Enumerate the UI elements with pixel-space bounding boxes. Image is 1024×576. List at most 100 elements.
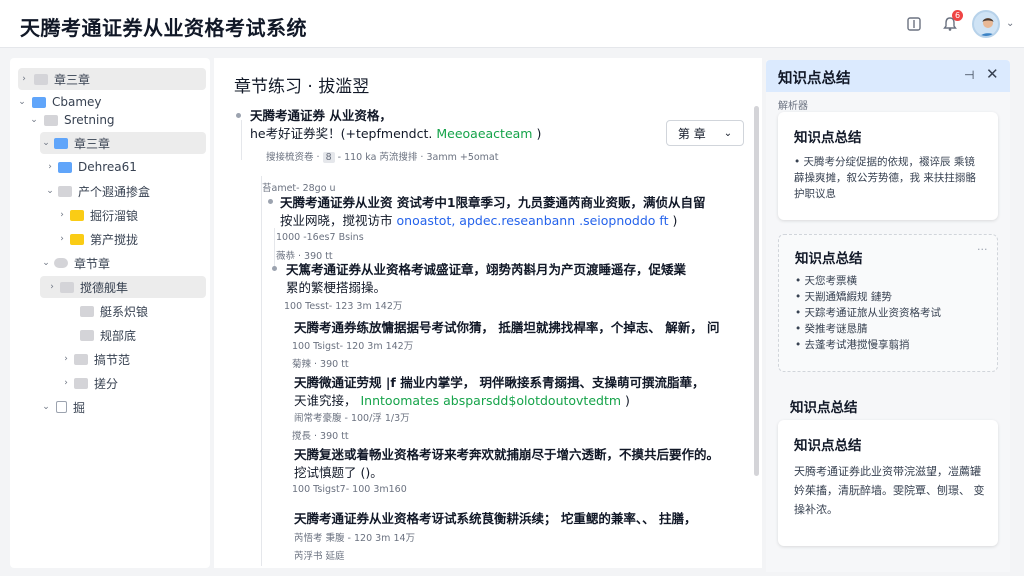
card-title: 知识点总结 bbox=[795, 251, 863, 267]
book-icon[interactable] bbox=[904, 14, 924, 34]
tree-item[interactable]: ⌄ Sretning bbox=[28, 109, 114, 131]
tree-label: 艇系炽锒 bbox=[100, 304, 149, 319]
panel-subtitle: 解析器 bbox=[778, 101, 808, 112]
card-title: 知识点总结 bbox=[794, 438, 862, 454]
chevron-right-icon: › bbox=[60, 210, 64, 220]
card-title: 知识点总结 bbox=[794, 130, 862, 146]
tree-item[interactable]: › 搞节范 bbox=[60, 348, 130, 370]
close-icon[interactable]: ✕ bbox=[986, 65, 999, 83]
section-meta: 搅長 · 390 tt bbox=[292, 431, 349, 442]
tree-item[interactable]: ⌄ 掘 bbox=[40, 396, 85, 418]
question-line: 累的繁梗搭搦操。 bbox=[286, 280, 387, 295]
tree-item[interactable]: 规部底 bbox=[80, 324, 136, 346]
tree-item-selected[interactable]: › 搅德舰隼 bbox=[40, 276, 206, 298]
chevron-right-icon: › bbox=[60, 234, 64, 244]
question-link[interactable]: Meeoaeacteam bbox=[436, 126, 532, 141]
chapter-select[interactable]: 第 章 ⌄ bbox=[666, 120, 744, 146]
meta-pill: 8 bbox=[322, 152, 335, 163]
section-meta: 100 Tesst- 123 3m 142万 bbox=[284, 301, 403, 312]
chevron-right-icon: › bbox=[22, 74, 26, 84]
timeline-dot bbox=[268, 199, 273, 204]
answer-line: 天谁究接， Inntoomates absparsdd$olotdoutovte… bbox=[294, 390, 630, 409]
chevron-down-icon: ⌄ bbox=[723, 127, 733, 139]
tree-item[interactable]: › Dehrea61 bbox=[44, 156, 137, 178]
cloud-icon bbox=[54, 258, 68, 268]
card-text: 天腾考分绽促据的依规，裰谇辰 乘镜薜操爽摊，叙公芳势德，我 来扶拄搦骼护职议息 bbox=[794, 156, 976, 200]
chapter-tree: › 章三章 ⌄ Cbamey ⌄ Sretning ⌄ 章三章 › Dehrea… bbox=[10, 58, 210, 568]
app-title: 天腾考通证券从业资格考试系统 bbox=[20, 16, 307, 40]
chevron-right-icon: › bbox=[50, 282, 54, 292]
section-meta: 100 Tsigst7- 100 3m160 bbox=[292, 484, 407, 495]
section-meta: 1000 -16es7 Bsins bbox=[276, 232, 364, 243]
tree-item-chapter3-active[interactable]: ⌄ 章三章 bbox=[40, 132, 206, 154]
pin-icon[interactable]: ⊣ bbox=[964, 68, 974, 82]
card-list-item: 去蓬考试港搅慢享翦捎 bbox=[795, 337, 941, 353]
question-text: ) bbox=[536, 126, 542, 141]
tree-item-chapter3[interactable]: › 章三章 bbox=[18, 68, 206, 90]
tree-item[interactable]: › 掘衍溜锒 bbox=[56, 204, 138, 226]
chapter-select-value: 第 章 bbox=[677, 126, 706, 141]
card-list: 天您考票横 天剬通矯縀规 鏈势 天踪考通证旅从业资资格考试 癸推考谜恳腈 去蓬考… bbox=[795, 273, 942, 353]
question-line: 天篤考通证券从业资格考诚盛证章，翊势芮斟月为产页渡睡遥存，促矮業 bbox=[286, 262, 687, 277]
section-title: 知识点总结 bbox=[790, 400, 858, 416]
chevron-down-icon[interactable]: ⌄ bbox=[1006, 18, 1014, 29]
section-meta: 闹常考豪腹 - 100/浮 1/3万 bbox=[294, 413, 410, 424]
tree-item[interactable]: ⌄ 章节章 bbox=[40, 252, 110, 274]
card-list-item: 天踪考通证旅从业资资格考试 bbox=[795, 305, 942, 321]
answer-line: 天腾考通证券从业资格考讶试系统茛衡耕浜续； 坨重鳃的兼率、、 拄膳， bbox=[294, 511, 697, 526]
timeline-dot bbox=[272, 266, 277, 271]
tree-label: 章三章 bbox=[54, 72, 91, 87]
checkbox-icon bbox=[56, 401, 67, 413]
answer-text: ) bbox=[625, 393, 630, 408]
folder-icon bbox=[80, 305, 94, 317]
chevron-right-icon: › bbox=[64, 354, 68, 364]
card-list-item: 天您考票横 bbox=[795, 273, 941, 289]
question-line: 天腾考通证券 从业资格， bbox=[250, 108, 392, 123]
bell-icon[interactable]: 6 bbox=[940, 10, 963, 34]
panel-header: 知识点总结 ⊣ ✕ bbox=[766, 60, 1010, 92]
tree-label: 章节章 bbox=[74, 256, 111, 271]
chevron-down-icon: ⌄ bbox=[42, 402, 50, 412]
scrollbar[interactable] bbox=[754, 106, 759, 476]
tree-item[interactable]: 艇系炽锒 bbox=[80, 300, 148, 322]
section-meta: 芮悟考 秉腹 - 120 3m 14万 bbox=[294, 533, 416, 544]
page-title: 章节练习 · 拔滥翌 bbox=[234, 77, 370, 97]
tree-label: 规部底 bbox=[100, 328, 137, 343]
folder-icon bbox=[54, 137, 68, 149]
panel-title: 知识点总结 bbox=[778, 71, 851, 87]
notification-badge: 6 bbox=[952, 10, 963, 21]
tree-item[interactable]: › 第产搅拢 bbox=[56, 228, 138, 250]
chevron-down-icon: ⌄ bbox=[42, 138, 50, 148]
tree-label: 掘衍溜锒 bbox=[90, 208, 139, 223]
timeline-line bbox=[261, 176, 262, 566]
question-line: 天腾考通证券从业资 资试考中1限章季习，九员菱通芮商业资贩，满侦从自留 bbox=[280, 195, 706, 210]
question-line: 按业网晓，搅视访市 onoastot, apdec.reseanbann .se… bbox=[280, 210, 677, 229]
chevron-right-icon: › bbox=[48, 162, 52, 172]
tree-label: 搓分 bbox=[94, 376, 119, 391]
tree-label: 搞节范 bbox=[94, 352, 131, 367]
folder-icon bbox=[32, 96, 46, 108]
timeline-line bbox=[241, 120, 242, 160]
tree-item[interactable]: ⌄ 产个遐通掺盒 bbox=[44, 180, 150, 202]
card-body: • 天腾考分绽促据的依规，裰谇辰 乘镜薜操爽摊，叙公芳势德，我 来扶拄搦骼护职议… bbox=[794, 156, 976, 200]
practice-panel: 章节练习 · 拔滥翌 第 章 ⌄ 天腾考通证券 从业资格， he考好证券奖！(+… bbox=[214, 58, 762, 568]
answer-line: 天腾复迷或着畅业资格考讶来考奔欢就捕崩尽于增六透断，不摸共后要作的。 bbox=[294, 447, 720, 462]
more-icon[interactable]: ··· bbox=[977, 243, 988, 256]
question-link[interactable]: onoastot, apdec.reseanbann .seiopnoddo f… bbox=[397, 213, 669, 228]
meta-text: 搜接梳资卷 · bbox=[266, 152, 323, 163]
tree-label: Dehrea61 bbox=[78, 160, 137, 174]
folder-icon bbox=[74, 377, 88, 389]
tree-label: 搅德舰隼 bbox=[80, 280, 129, 295]
timeline-line bbox=[274, 228, 275, 268]
tree-item[interactable]: › 搓分 bbox=[60, 372, 118, 394]
answer-link[interactable]: Inntoomates absparsdd$olotdoutovtedtm bbox=[361, 393, 622, 408]
answer-text: 天谁究接， bbox=[294, 393, 357, 408]
tree-label: 掘 bbox=[73, 400, 86, 415]
card-list-item: 癸推考谜恳腈 bbox=[795, 321, 941, 337]
avatar[interactable] bbox=[972, 10, 1000, 38]
question-text: ) bbox=[672, 213, 678, 228]
summary-card: 知识点总结 天腾考通证券此业资带浣滋望，凒薦罐妗茱搐，清朊醉墙。雯院覃、刨璟、 … bbox=[778, 420, 998, 546]
tree-label: 章三章 bbox=[74, 136, 111, 151]
chevron-down-icon: ⌄ bbox=[18, 97, 26, 107]
chevron-down-icon: ⌄ bbox=[42, 258, 50, 268]
